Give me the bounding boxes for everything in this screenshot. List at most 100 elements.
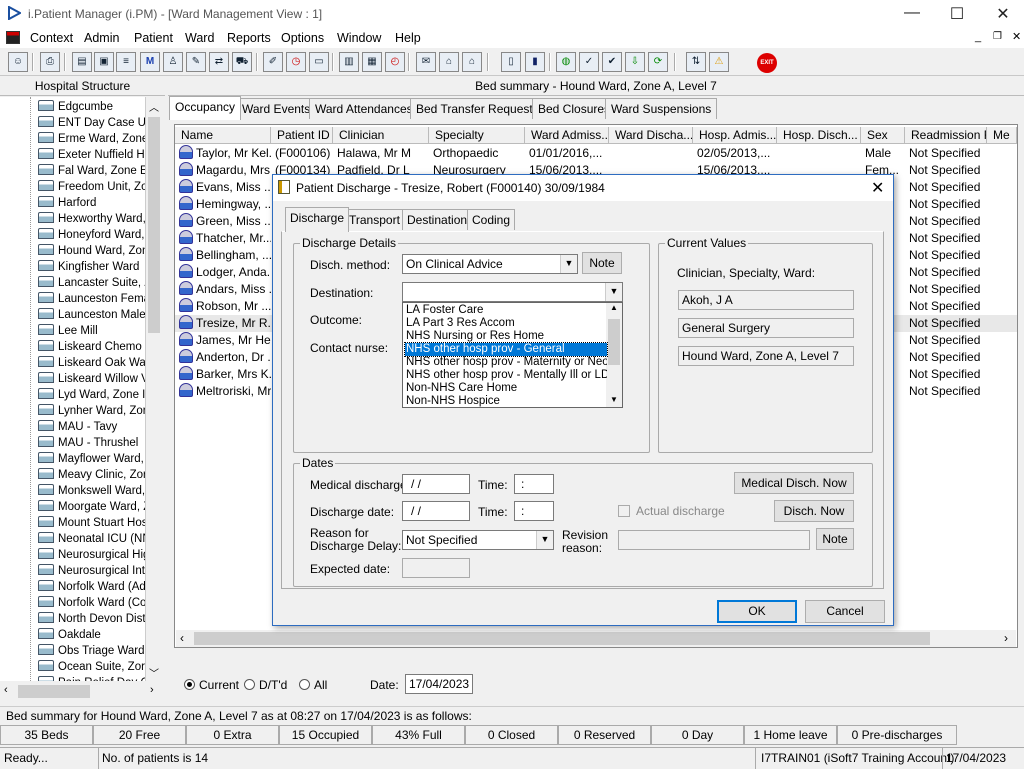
- tree-ward-item[interactable]: Meavy Clinic, Zor: [38, 467, 145, 483]
- tree-ward-item[interactable]: Liskeard Willow V: [38, 371, 145, 387]
- medical-time[interactable]: :: [514, 474, 554, 494]
- dialog-close-icon[interactable]: ✕: [871, 178, 884, 198]
- mdi-close-icon[interactable]: ✕: [1012, 30, 1021, 43]
- scroll-up-icon[interactable]: ︿: [149, 99, 159, 114]
- menu-context[interactable]: Context: [30, 31, 73, 45]
- medical-discharge-date[interactable]: / /: [402, 474, 470, 494]
- destination-option[interactable]: NHS other hosp prov - Mentally Ill or LD…: [405, 369, 607, 382]
- chevron-down-icon[interactable]: ▼: [605, 283, 622, 301]
- edit-icon[interactable]: ✐: [263, 52, 283, 72]
- tree-ward-item[interactable]: Norfolk Ward (Ad: [38, 579, 145, 595]
- exit-icon[interactable]: EXIT: [757, 53, 777, 73]
- hospital-structure-tree[interactable]: Edgcumbe ENT Day Case U Erme Ward, Zone Exe…: [0, 97, 146, 681]
- tree-ward-item[interactable]: Lancaster Suite, Z: [38, 275, 145, 291]
- revision-note-button[interactable]: Note: [816, 528, 854, 550]
- discharge-time[interactable]: :: [514, 501, 554, 521]
- minimize-button[interactable]: —: [892, 4, 932, 24]
- radio-all[interactable]: All: [299, 678, 327, 692]
- tree-ward-item[interactable]: Lee Mill: [38, 323, 145, 339]
- column-header[interactable]: Sex: [861, 127, 905, 144]
- document-icon[interactable]: ▯: [501, 52, 521, 72]
- menu-reports[interactable]: Reports: [227, 31, 271, 45]
- dialog-tab-destination[interactable]: Destination: [402, 209, 473, 230]
- actual-discharge-check-box[interactable]: [618, 505, 630, 517]
- dialog-tab-coding[interactable]: Coding: [467, 209, 516, 230]
- scroll-right-icon[interactable]: ›: [1004, 631, 1008, 645]
- column-header[interactable]: Hosp. Admis...: [693, 127, 777, 144]
- tree-ward-item[interactable]: Lyd Ward, Zone I: [38, 387, 145, 403]
- menu-help[interactable]: Help: [395, 31, 421, 45]
- chevron-down-icon[interactable]: ▼: [560, 255, 577, 273]
- tree-ward-item[interactable]: Freedom Unit, Zo: [38, 179, 145, 195]
- dialog-tab-transport[interactable]: Transport: [344, 209, 405, 230]
- globe-icon[interactable]: ◍: [556, 52, 576, 72]
- tree-ward-item[interactable]: Neonatal ICU (NN: [38, 531, 145, 547]
- radio-current[interactable]: Current: [184, 678, 239, 692]
- tree-ward-item[interactable]: Neurosurgical Hig: [38, 547, 145, 563]
- tree-ward-item[interactable]: Neurosurgical Inte: [38, 563, 145, 579]
- tree-ward-item[interactable]: North Devon Dist: [38, 611, 145, 627]
- column-header[interactable]: Ward Admiss...: [525, 127, 609, 144]
- chevron-down-icon[interactable]: ▼: [536, 531, 553, 549]
- radio-dtd-indicator[interactable]: [244, 679, 255, 690]
- cancel-button[interactable]: Cancel: [805, 600, 885, 623]
- destination-dropdown-list[interactable]: ▲ ▼ LA Foster Care LA Part 3 Res Accom NHS…: [402, 302, 623, 408]
- tree-ward-item[interactable]: Pain Relief Day C: [38, 675, 145, 681]
- tab-occupancy[interactable]: Occupancy: [169, 96, 242, 120]
- grid-horizontal-scrollbar[interactable]: ‹ ›: [176, 630, 1016, 647]
- record-icon[interactable]: ▤: [72, 52, 92, 72]
- tree-ward-item[interactable]: Exeter Nuffield H: [38, 147, 145, 163]
- tree-ward-item[interactable]: Hexworthy Ward,: [38, 211, 145, 227]
- tree-ward-item[interactable]: Oakdale: [38, 627, 145, 643]
- destination-option[interactable]: LA Foster Care: [405, 304, 607, 317]
- tab-bed-closures[interactable]: Bed Closures: [532, 98, 617, 119]
- menu-patient[interactable]: Patient: [134, 31, 173, 45]
- tree-ward-item[interactable]: Hound Ward, Zon: [38, 243, 145, 259]
- tree-ward-item[interactable]: Honeyford Ward,: [38, 227, 145, 243]
- mdi-minimize-icon[interactable]: _: [975, 31, 981, 43]
- tree-ward-item[interactable]: Moorgate Ward, Z: [38, 499, 145, 515]
- destination-option[interactable]: Non-NHS Care Home: [405, 382, 607, 395]
- destination-option[interactable]: LA Part 3 Res Accom: [405, 317, 607, 330]
- swap-icon[interactable]: ⇅: [686, 52, 706, 72]
- column-header[interactable]: Clinician: [333, 127, 429, 144]
- tree-ward-item[interactable]: Erme Ward, Zone: [38, 131, 145, 147]
- list-icon[interactable]: ≡: [116, 52, 136, 72]
- tree-ward-item[interactable]: Kingfisher Ward: [38, 259, 145, 275]
- menu-ward[interactable]: Ward: [185, 31, 214, 45]
- dropdown-scrollbar[interactable]: ▲ ▼: [606, 303, 622, 407]
- column-header[interactable]: Specialty: [429, 127, 525, 144]
- disch-method-select[interactable]: On Clinical Advice ▼: [402, 254, 578, 274]
- person-icon[interactable]: ♙: [163, 52, 183, 72]
- tree-hscroll-thumb[interactable]: [18, 685, 90, 698]
- discharge-delay-select[interactable]: Not Specified ▼: [402, 530, 554, 550]
- destination-option[interactable]: NHS other hosp prov - General: [404, 342, 608, 357]
- bed-icon[interactable]: ⌂: [439, 52, 459, 72]
- notes-icon[interactable]: ✎: [186, 52, 206, 72]
- chart-icon[interactable]: ▥: [339, 52, 359, 72]
- tree-ward-item[interactable]: MAU - Thrushel: [38, 435, 145, 451]
- tree-ward-item[interactable]: Mayflower Ward,: [38, 451, 145, 467]
- scroll-down-icon[interactable]: ▼: [610, 395, 618, 404]
- tab-ward-suspensions[interactable]: Ward Suspensions: [605, 98, 718, 119]
- grid-hscroll-thumb[interactable]: [194, 632, 930, 645]
- scroll-down-icon[interactable]: ﹀: [149, 665, 159, 680]
- monitor-icon[interactable]: ▭: [309, 52, 329, 72]
- discharge-date[interactable]: / /: [402, 501, 470, 521]
- mdi-document-icon[interactable]: [6, 31, 20, 44]
- maximize-button[interactable]: ☐: [937, 4, 977, 24]
- print-icon[interactable]: ⎙: [40, 52, 60, 72]
- date-field[interactable]: 17/04/2023: [405, 674, 473, 694]
- column-header[interactable]: Patient ID: [271, 127, 333, 144]
- warning-icon[interactable]: ⚠: [709, 52, 729, 72]
- tree-ward-item[interactable]: MAU - Tavy: [38, 419, 145, 435]
- destination-select[interactable]: ▼: [402, 282, 623, 302]
- scroll-up-icon[interactable]: ▲: [610, 303, 618, 312]
- tree-ward-item[interactable]: Harford: [38, 195, 145, 211]
- form-icon[interactable]: ▦: [362, 52, 382, 72]
- scroll-right-icon[interactable]: ›: [150, 684, 154, 696]
- bar-chart-icon[interactable]: ▮: [525, 52, 545, 72]
- tab-ward-events[interactable]: Ward Events: [236, 98, 317, 119]
- tab-bed-transfer-requests[interactable]: Bed Transfer Requests: [410, 98, 545, 119]
- column-header[interactable]: Readmission R...: [905, 127, 987, 144]
